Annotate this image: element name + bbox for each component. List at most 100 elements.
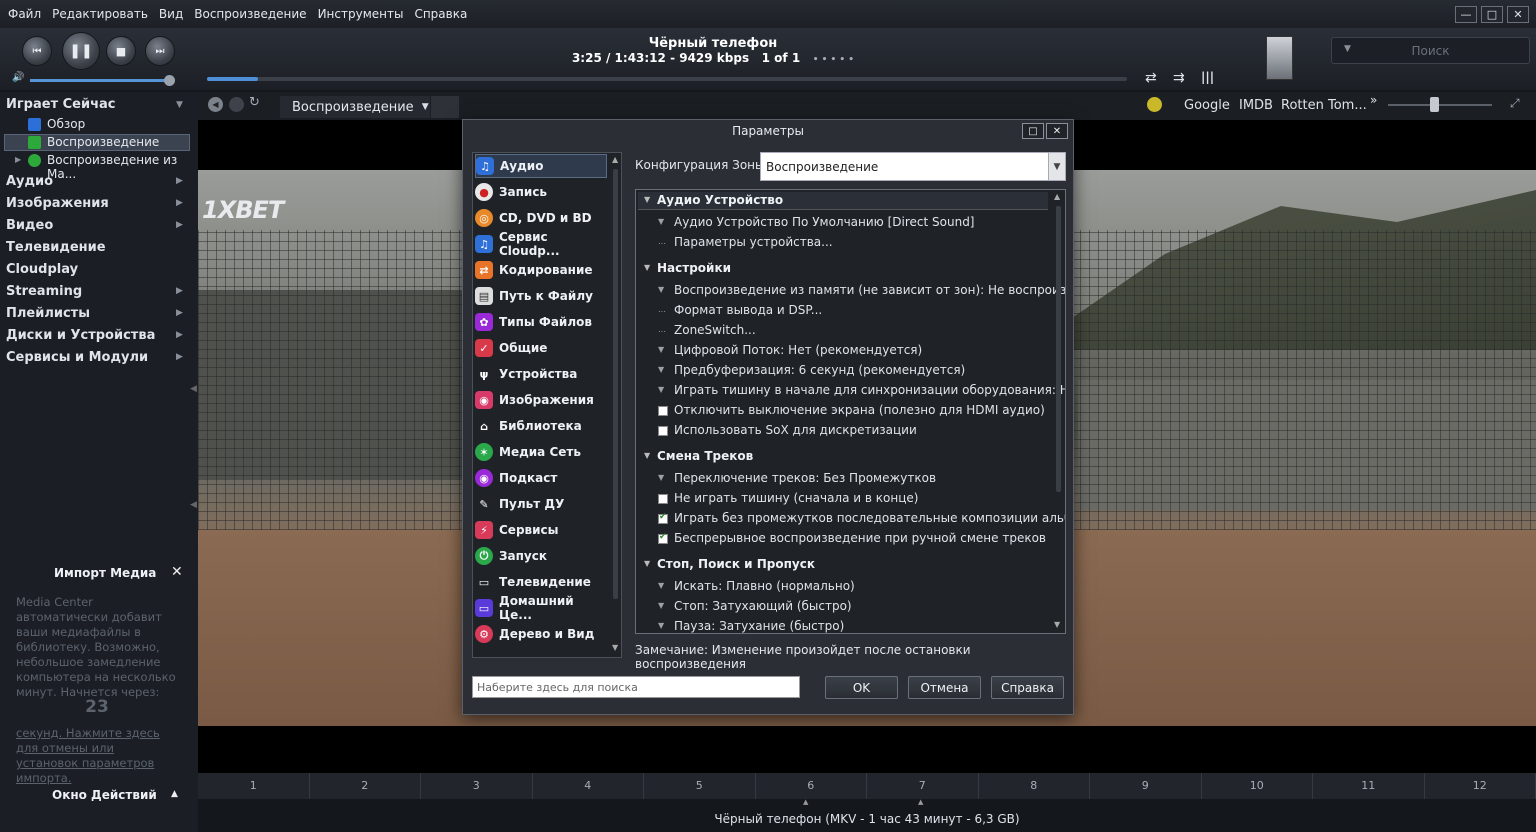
back-icon[interactable]: ◀ xyxy=(208,97,223,112)
category-library[interactable]: ⌂ Библиотека xyxy=(475,414,607,438)
setting-row[interactable]: ZoneSwitch... xyxy=(674,323,756,337)
actions-window-label[interactable]: Окно Действий xyxy=(52,788,157,802)
chapter-item[interactable]: 12 xyxy=(1425,773,1536,799)
menu-file[interactable]: Файл xyxy=(8,7,41,21)
chapter-item[interactable]: 10 xyxy=(1202,773,1313,799)
link-google[interactable]: Google xyxy=(1184,98,1230,113)
category-services[interactable]: ⚡ Сервисы xyxy=(475,518,607,542)
setting-row[interactable]: Искать: Плавно (нормально) xyxy=(674,579,855,593)
repeat-icon[interactable]: ⇄ xyxy=(1145,70,1157,86)
sidebar-playlists[interactable]: Плейлисты xyxy=(6,306,90,321)
dialog-maximize-button[interactable]: □ xyxy=(1022,123,1044,139)
dropdown-arrow-icon[interactable]: ▼ xyxy=(658,601,668,611)
category-audio[interactable]: ♫ Аудио xyxy=(475,154,607,178)
setting-row[interactable]: Играть без промежутков последовательные … xyxy=(674,511,1065,525)
setting-checkbox[interactable] xyxy=(658,406,668,416)
chapter-item[interactable]: 11 xyxy=(1313,773,1425,799)
sidebar-services-plugins[interactable]: Сервисы и Модули xyxy=(6,350,148,365)
search-dropdown-icon[interactable]: ▼ xyxy=(1344,44,1351,54)
chevron-up-icon[interactable]: ▲ xyxy=(171,789,178,799)
sidebar-television[interactable]: Телевидение xyxy=(6,240,106,255)
setting-row[interactable]: Отключить выключение экрана (полезно для… xyxy=(674,403,1045,417)
collapse-icon[interactable]: ▼ xyxy=(644,451,650,460)
refresh-icon[interactable]: ↻ xyxy=(249,95,260,110)
sidebar-drives-devices[interactable]: Диски и Устройства xyxy=(6,328,155,343)
view-tab-extra[interactable] xyxy=(431,96,459,118)
dropdown-arrow-icon[interactable]: ▼ xyxy=(658,385,668,395)
chapter-item[interactable]: 6 xyxy=(756,773,867,799)
maximize-button[interactable]: □ xyxy=(1481,6,1503,23)
status-dot-icon[interactable] xyxy=(1147,97,1162,112)
setting-row[interactable]: Стоп: Затухающий (быстро) xyxy=(674,599,852,613)
seek-bar[interactable] xyxy=(207,77,1127,81)
chapter-item[interactable]: 7 xyxy=(867,773,979,799)
sidebar-collapse-icon-2[interactable]: ◀ xyxy=(190,500,197,510)
ellipsis-icon[interactable]: … xyxy=(658,237,668,247)
dialog-close-button[interactable]: ✕ xyxy=(1046,123,1068,139)
sidebar-images[interactable]: Изображения xyxy=(6,196,109,211)
category-tree-view[interactable]: ⚙ Дерево и Вид xyxy=(475,622,607,646)
volume-handle[interactable] xyxy=(164,75,175,86)
category-devices[interactable]: ψ Устройства xyxy=(475,362,607,386)
import-cancel-link[interactable]: секунд. Нажмите здесь для отмены или уст… xyxy=(16,726,178,786)
setting-checkbox[interactable] xyxy=(658,532,668,544)
category-general[interactable]: ✓ Общие xyxy=(475,336,607,360)
next-track-button[interactable]: ⏭ xyxy=(145,36,175,66)
zoom-handle[interactable] xyxy=(1430,97,1439,112)
dropdown-arrow-icon[interactable]: ▼ xyxy=(658,345,668,355)
setting-row[interactable]: Беспрерывное воспроизведение при ручной … xyxy=(674,531,1046,545)
ok-button[interactable]: OK xyxy=(825,676,898,699)
setting-checkbox[interactable] xyxy=(658,512,668,524)
page-dots[interactable]: • • • • • xyxy=(813,55,854,65)
pause-button[interactable]: ❚❚ xyxy=(62,32,100,70)
category-images[interactable]: ◉ Изображения xyxy=(475,388,607,412)
chapter-item[interactable]: 2 xyxy=(310,773,421,799)
sidebar-item-playback[interactable]: Воспроизведение xyxy=(47,135,159,149)
category-home-theater[interactable]: ▭ Домашний Це... xyxy=(475,594,607,622)
close-icon[interactable]: ✕ xyxy=(171,564,183,580)
setting-row[interactable]: Пауза: Затухание (быстро) xyxy=(674,619,844,633)
chapter-item[interactable]: 1 xyxy=(198,773,310,799)
fullscreen-icon[interactable]: ⤢ xyxy=(1510,96,1520,111)
category-encoding[interactable]: ⇄ Кодирование xyxy=(475,258,607,282)
options-search-input[interactable]: Наберите здесь для поиска xyxy=(472,676,800,698)
dropdown-arrow-icon[interactable]: ▼ xyxy=(658,217,668,227)
setting-row[interactable]: Предбуферизация: 6 секунд (рекомендуется… xyxy=(674,363,965,377)
menu-tools[interactable]: Инструменты xyxy=(318,7,404,21)
more-links-icon[interactable]: » xyxy=(1370,93,1377,107)
expand-icon[interactable]: ▶ xyxy=(15,155,21,164)
menu-help[interactable]: Справка xyxy=(414,7,467,21)
setting-row[interactable]: Переключение треков: Без Промежутков xyxy=(674,471,936,485)
setting-row[interactable]: Воспроизведение из памяти (не зависит от… xyxy=(674,283,1065,297)
chapter-item[interactable]: 8 xyxy=(979,773,1090,799)
equalizer-icon[interactable]: ||| xyxy=(1201,70,1214,84)
category-podcast[interactable]: ◉ Подкаст xyxy=(475,466,607,490)
dropdown-arrow-icon[interactable]: ▼ xyxy=(658,285,668,295)
category-cd-dvd-bd[interactable]: ◎ CD, DVD и BD xyxy=(475,206,607,230)
volume-slider[interactable] xyxy=(30,79,170,82)
sidebar-streaming[interactable]: Streaming xyxy=(6,284,82,299)
collapse-icon[interactable]: ▼ xyxy=(644,263,650,272)
chapter-item[interactable]: 9 xyxy=(1090,773,1202,799)
category-media-network[interactable]: ✶ Медиа Сеть xyxy=(475,440,607,464)
chapter-item[interactable]: 3 xyxy=(421,773,533,799)
setting-row[interactable]: Формат вывода и DSP... xyxy=(674,303,822,317)
sidebar-collapse-icon[interactable]: ◀ xyxy=(190,384,197,394)
collapse-icon[interactable]: ▼ xyxy=(644,559,650,568)
cancel-button[interactable]: Отмена xyxy=(908,676,981,699)
category-recording[interactable]: ● Запись xyxy=(475,180,607,204)
search-input[interactable]: ▼ Поиск xyxy=(1331,37,1530,64)
setting-row[interactable]: Цифровой Поток: Нет (рекомендуется) xyxy=(674,343,922,357)
zone-config-select[interactable]: Воспроизведение ▼ xyxy=(760,152,1066,181)
output-device-icon[interactable] xyxy=(1266,36,1293,80)
category-file-path[interactable]: ▤ Путь к Файлу xyxy=(475,284,607,308)
setting-row[interactable]: Параметры устройства... xyxy=(674,235,833,249)
dropdown-arrow-icon[interactable]: ▼ xyxy=(658,621,668,631)
sidebar-now-playing[interactable]: Играет Сейчас xyxy=(6,97,116,112)
category-television[interactable]: ▭ Телевидение xyxy=(475,570,607,594)
close-window-button[interactable]: ✕ xyxy=(1507,6,1529,23)
sidebar-item-overview[interactable]: Обзор xyxy=(47,117,85,131)
category-startup[interactable]: ⏻ Запуск xyxy=(475,544,607,568)
collapse-icon[interactable]: ▼ xyxy=(176,100,183,110)
category-remote[interactable]: ✎ Пульт ДУ xyxy=(475,492,607,516)
